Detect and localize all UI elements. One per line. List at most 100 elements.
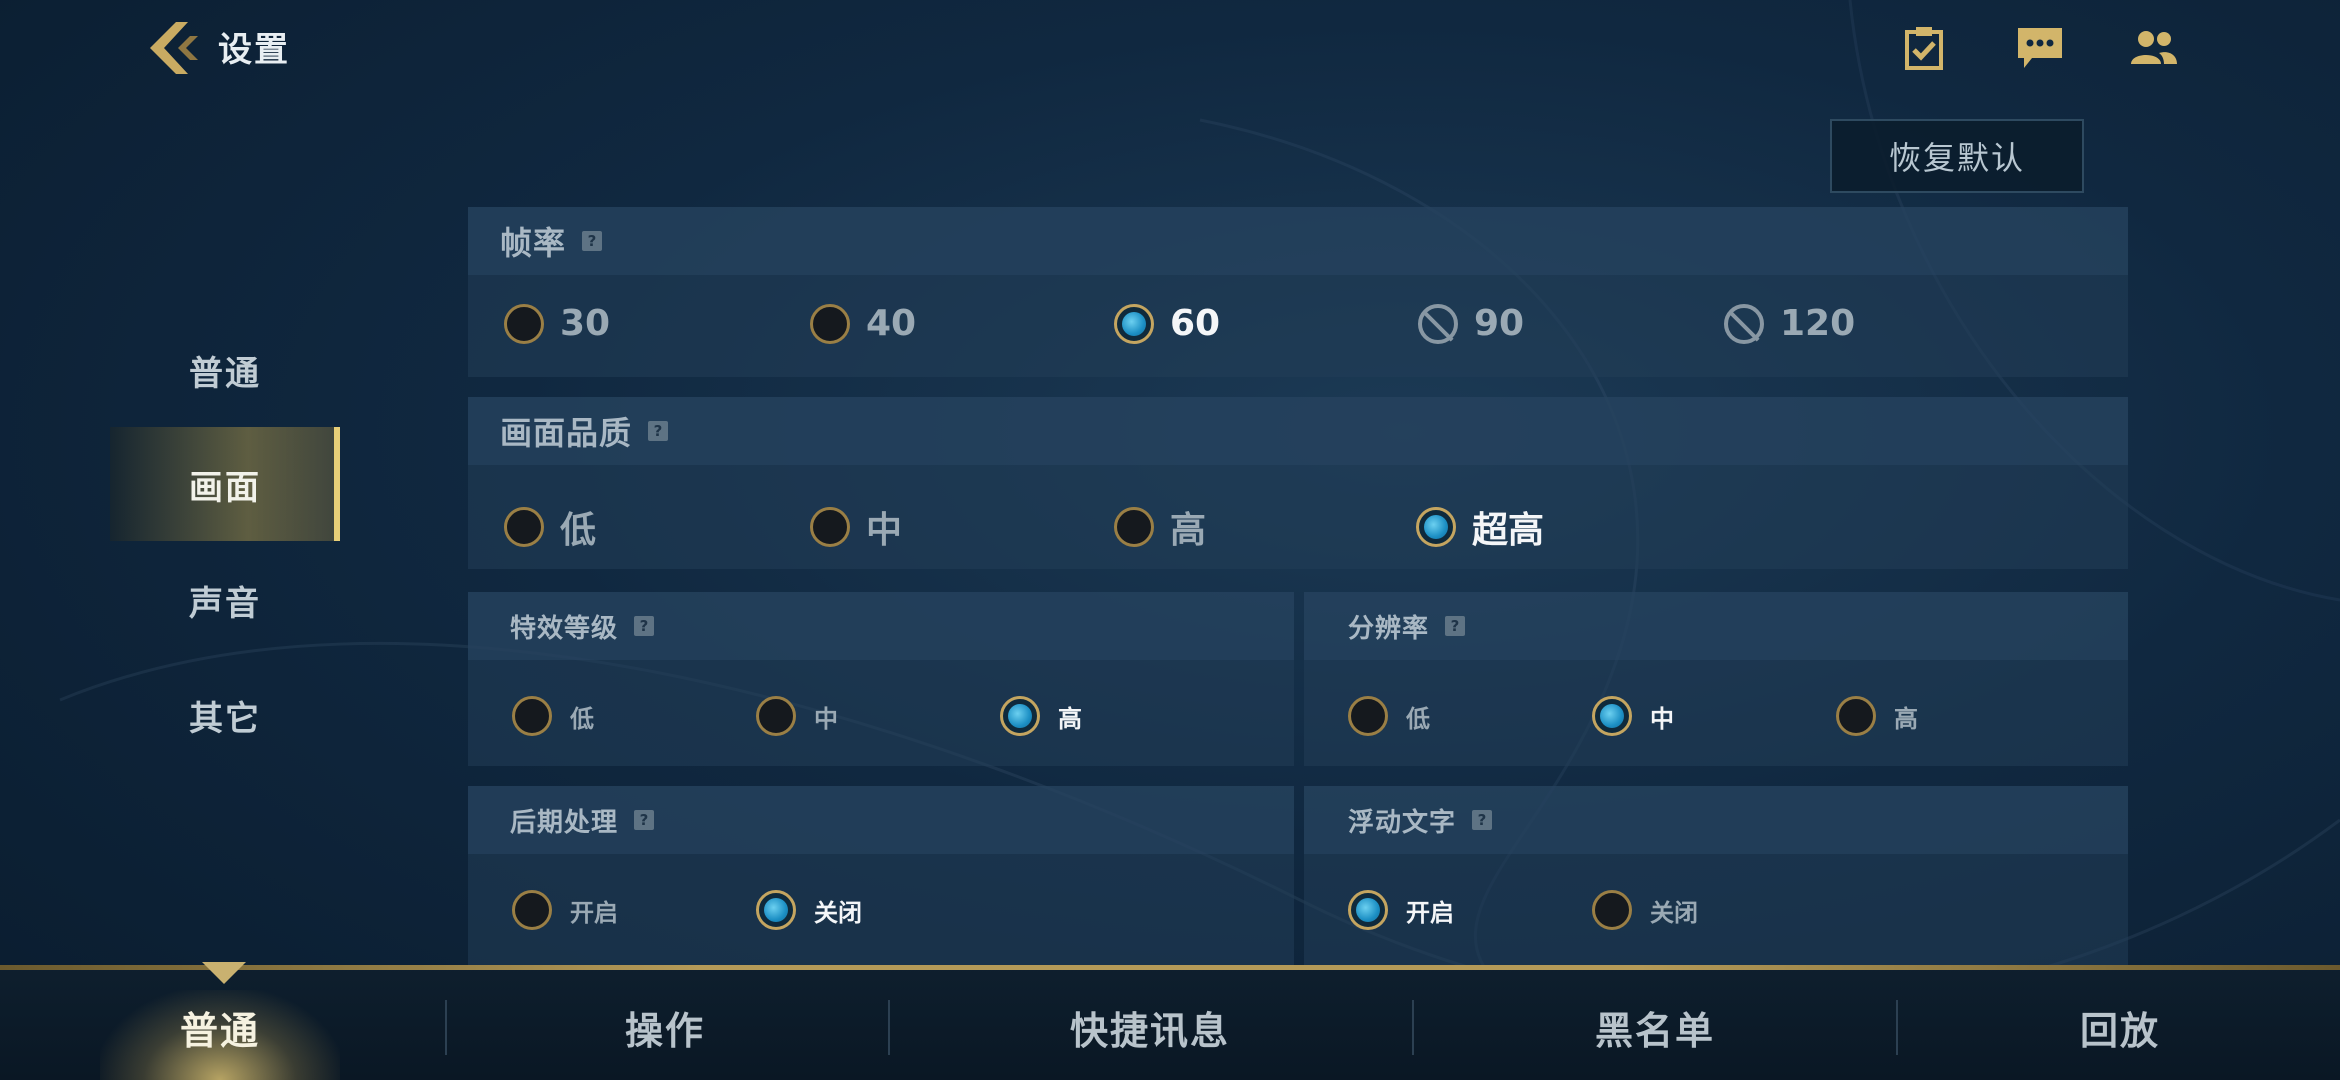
radio-button[interactable]: [504, 507, 544, 547]
sidebar-item-graphics[interactable]: 画面: [110, 427, 340, 541]
tab-replay[interactable]: 回放: [1940, 975, 2300, 1080]
radio-button-selected[interactable]: [1348, 890, 1388, 930]
clipboard-check-icon[interactable]: [1898, 22, 1950, 74]
tab-separator: [445, 1000, 447, 1055]
resolution-option-low[interactable]: 低: [1348, 696, 1430, 736]
radio-button[interactable]: [1114, 507, 1154, 547]
radio-button[interactable]: [1592, 890, 1632, 930]
option-label: 低: [560, 510, 597, 551]
radio-button[interactable]: [1348, 696, 1388, 736]
quality-option-high[interactable]: 高: [1114, 501, 1206, 553]
option-label: 开启: [1406, 898, 1454, 927]
back-chevron-icon[interactable]: [146, 18, 200, 78]
sidebar-item-general[interactable]: 普通: [110, 313, 340, 427]
effects-option-medium[interactable]: 中: [756, 696, 838, 736]
radio-button[interactable]: [504, 303, 544, 344]
option-label: 低: [1406, 704, 1430, 733]
radio-button[interactable]: [512, 696, 552, 736]
tab-blacklist[interactable]: 黑名单: [1460, 975, 1850, 1080]
radio-button[interactable]: [810, 303, 850, 344]
radio-button-selected[interactable]: [1592, 696, 1632, 736]
top-bar: 设置: [0, 0, 2340, 100]
quality-option-medium[interactable]: 中: [810, 501, 902, 553]
frame-rate-header: 帧率 ?: [468, 207, 2128, 275]
resolution-option-medium[interactable]: 中: [1592, 696, 1674, 736]
reset-default-button[interactable]: 恢复默认: [1830, 119, 2084, 193]
frame-rate-option-40[interactable]: 40: [810, 303, 916, 344]
sidebar-item-sound[interactable]: 声音: [110, 543, 340, 657]
help-icon[interactable]: ?: [648, 421, 669, 441]
floating-text-header: 浮动文字 ?: [1304, 786, 2128, 854]
radio-button[interactable]: [512, 890, 552, 930]
option-label: 40: [866, 303, 917, 344]
resolution-header: 分辨率 ?: [1304, 592, 2128, 660]
quality-title: 画面品质: [500, 414, 633, 452]
resolution-panel: 分辨率 ? 低 中 高: [1304, 592, 2128, 766]
option-label: 高: [1894, 704, 1918, 733]
option-label: 关闭: [1650, 898, 1698, 927]
radio-button[interactable]: [810, 507, 850, 547]
help-icon[interactable]: ?: [582, 231, 603, 251]
option-label: 超高: [1472, 510, 1545, 551]
option-label: 中: [866, 510, 903, 551]
chat-bubble-icon[interactable]: [2014, 22, 2066, 74]
frame-rate-option-30[interactable]: 30: [504, 303, 610, 344]
help-icon[interactable]: ?: [634, 810, 655, 830]
option-label: 90: [1474, 303, 1525, 344]
frame-rate-option-120: 120: [1724, 303, 1855, 344]
radio-button-selected[interactable]: [756, 890, 796, 930]
quality-option-low[interactable]: 低: [504, 501, 596, 553]
radio-button[interactable]: [1836, 696, 1876, 736]
effects-option-low[interactable]: 低: [512, 696, 594, 736]
page-title: 设置: [218, 30, 290, 70]
tab-separator: [888, 1000, 890, 1055]
sidebar-item-other[interactable]: 其它: [110, 658, 340, 772]
option-label: 高: [1058, 704, 1082, 733]
tab-general[interactable]: 普通: [60, 975, 380, 1080]
floating-text-option-off[interactable]: 关闭: [1592, 890, 1698, 930]
post-processing-option-off[interactable]: 关闭: [756, 890, 862, 930]
post-processing-option-on[interactable]: 开启: [512, 890, 618, 930]
floating-text-panel: 浮动文字 ? 开启 关闭: [1304, 786, 2128, 965]
option-label: 中: [814, 704, 838, 733]
option-label: 低: [570, 704, 594, 733]
floating-text-option-on[interactable]: 开启: [1348, 890, 1454, 930]
quality-header: 画面品质 ?: [468, 397, 2128, 465]
frame-rate-panel: 帧率 ? 30 40 60 90 120: [468, 207, 2128, 377]
post-processing-title: 后期处理: [510, 807, 619, 838]
radio-button-selected[interactable]: [1114, 303, 1154, 344]
floating-text-title: 浮动文字: [1348, 807, 1457, 838]
quality-option-ultra[interactable]: 超高: [1416, 501, 1544, 553]
disabled-icon: [1418, 303, 1458, 344]
quality-panel: 画面品质 ? 低 中 高 超高: [468, 397, 2128, 569]
frame-rate-title: 帧率: [500, 224, 567, 262]
option-label: 高: [1170, 510, 1207, 551]
tab-quick-messages[interactable]: 快捷讯息: [930, 975, 1370, 1080]
help-icon[interactable]: ?: [1445, 616, 1466, 636]
help-icon[interactable]: ?: [1472, 810, 1493, 830]
post-processing-header: 后期处理 ?: [468, 786, 1294, 854]
radio-button-selected[interactable]: [1416, 507, 1456, 547]
resolution-option-high[interactable]: 高: [1836, 696, 1918, 736]
option-label: 120: [1780, 303, 1856, 344]
effects-panel: 特效等级 ? 低 中 高: [468, 592, 1294, 766]
effects-header: 特效等级 ?: [468, 592, 1294, 660]
friends-icon[interactable]: [2128, 22, 2180, 74]
tab-separator: [1896, 1000, 1898, 1055]
tab-controls[interactable]: 操作: [490, 975, 840, 1080]
frame-rate-option-90: 90: [1418, 303, 1524, 344]
resolution-title: 分辨率: [1348, 613, 1430, 644]
tab-separator: [1412, 1000, 1414, 1055]
option-label: 开启: [570, 898, 618, 927]
frame-rate-option-60[interactable]: 60: [1114, 303, 1220, 344]
radio-button-selected[interactable]: [1000, 696, 1040, 736]
effects-title: 特效等级: [510, 613, 619, 644]
bottom-divider: [0, 965, 2340, 970]
option-label: 60: [1170, 303, 1221, 344]
option-label: 关闭: [814, 898, 862, 927]
post-processing-panel: 后期处理 ? 开启 关闭: [468, 786, 1294, 965]
effects-option-high[interactable]: 高: [1000, 696, 1082, 736]
help-icon[interactable]: ?: [634, 616, 655, 636]
radio-button[interactable]: [756, 696, 796, 736]
disabled-icon: [1724, 303, 1764, 344]
